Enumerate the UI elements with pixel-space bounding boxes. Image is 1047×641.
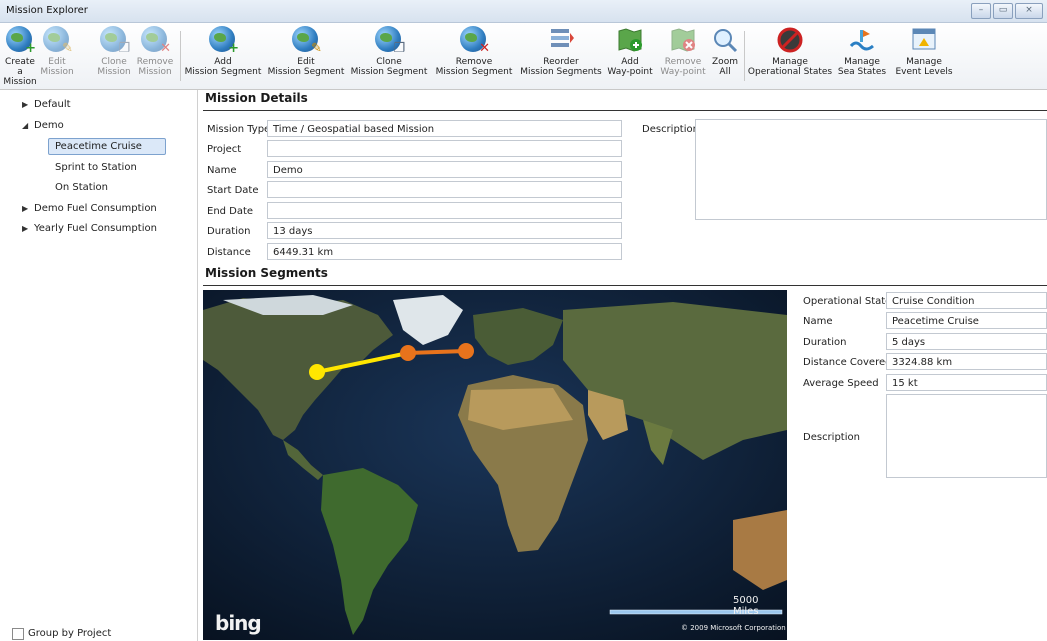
segment-duration-label: Duration <box>803 337 847 348</box>
reorder-segments-button[interactable]: Reorder Mission Segments <box>517 26 605 77</box>
distance-field[interactable]: 6449.31 km <box>267 243 622 260</box>
globe-remove-icon: ✕ <box>141 26 171 56</box>
start-date-field[interactable] <box>267 181 622 198</box>
operational-state-field[interactable]: Cruise Condition <box>886 292 1047 309</box>
tree-item-yearly-fuel-consumption[interactable]: ▶ Yearly Fuel Consumption <box>22 223 157 234</box>
toolbar-separator <box>744 31 745 81</box>
bing-logo: bing <box>215 611 262 635</box>
globe-add-icon: + <box>209 26 239 56</box>
map-remove-icon <box>669 26 697 54</box>
mission-details-title: Mission Details <box>205 91 308 105</box>
close-icon[interactable]: × <box>1015 3 1043 19</box>
title-bar: Mission Explorer – ▭ × <box>0 0 1047 23</box>
globe-remove-icon: ✕ <box>460 26 490 56</box>
add-waypoint-button[interactable]: Add Way-point <box>606 26 654 77</box>
add-segment-button[interactable]: + Add Mission Segment <box>182 26 264 77</box>
average-speed-label: Average Speed <box>803 378 879 389</box>
tree-item-peacetime-cruise[interactable]: Peacetime Cruise <box>48 138 166 155</box>
map-add-icon <box>616 26 644 54</box>
globe-clone-icon: ❐ <box>100 26 130 56</box>
collapse-arrow-icon[interactable]: ◢ <box>22 121 34 130</box>
event-window-icon <box>910 26 938 54</box>
tree-item-sprint-to-station[interactable]: Sprint to Station <box>55 162 137 173</box>
world-map[interactable]: bing 5000 Miles © 2009 Microsoft Corpora… <box>203 290 787 640</box>
remove-mission-button[interactable]: ✕ Remove Mission <box>135 26 175 77</box>
description-field[interactable] <box>695 119 1047 220</box>
edit-segment-button[interactable]: ✎ Edit Mission Segment <box>265 26 347 77</box>
clone-segment-button[interactable]: ❐ Clone Mission Segment <box>348 26 430 77</box>
mission-segments-title: Mission Segments <box>205 266 328 280</box>
manage-sea-states-button[interactable]: Manage Sea States <box>835 26 889 77</box>
globe-add-icon: + <box>6 26 36 56</box>
name-field[interactable]: Demo <box>267 161 622 178</box>
operational-state-label: Operational State <box>803 296 892 307</box>
tree-item-demo-fuel-consumption[interactable]: ▶ Demo Fuel Consumption <box>22 203 157 214</box>
end-date-field[interactable] <box>267 202 622 219</box>
average-speed-field[interactable]: 15 kt <box>886 374 1047 391</box>
segment-name-label: Name <box>803 316 833 327</box>
group-by-project-checkbox[interactable] <box>12 628 24 640</box>
clone-mission-button[interactable]: ❐ Clone Mission <box>97 26 131 77</box>
tree-item-demo[interactable]: ◢ Demo <box>22 120 64 131</box>
world-map-canvas <box>203 290 787 640</box>
tree-item-on-station[interactable]: On Station <box>55 182 108 193</box>
distance-covered-label: Distance Covered <box>803 357 892 368</box>
section-divider <box>203 110 1047 111</box>
distance-covered-field[interactable]: 3324.88 km <box>886 353 1047 370</box>
name-label: Name <box>207 165 237 176</box>
project-field[interactable] <box>267 140 622 157</box>
description-label: Description <box>642 124 699 135</box>
segment-description-label: Description <box>803 432 860 443</box>
restore-icon[interactable]: ▭ <box>993 3 1013 19</box>
route-segment-2 <box>407 349 467 355</box>
segment-duration-field[interactable]: 5 days <box>886 333 1047 350</box>
edit-mission-button[interactable]: ✎ Edit Mission <box>40 26 74 77</box>
manage-event-levels-button[interactable]: Manage Event Levels <box>891 26 957 77</box>
list-reorder-icon <box>547 26 575 54</box>
remove-waypoint-button[interactable]: Remove Way-point <box>657 26 709 77</box>
end-date-label: End Date <box>207 206 254 217</box>
sea-state-icon <box>848 26 876 54</box>
mission-type-label: Mission Type <box>207 124 271 135</box>
expand-arrow-icon[interactable]: ▶ <box>22 100 34 109</box>
waypoint-mid <box>400 345 416 361</box>
create-mission-button[interactable]: + Create a Mission <box>2 26 38 87</box>
globe-edit-icon: ✎ <box>292 26 322 56</box>
scale-label: 5000 Miles <box>733 595 759 617</box>
mission-type-field[interactable]: Time / Geospatial based Mission <box>267 120 622 137</box>
minimize-icon[interactable]: – <box>971 3 991 19</box>
duration-field[interactable]: 13 days <box>267 222 622 239</box>
waypoint-start <box>309 364 325 380</box>
project-label: Project <box>207 144 242 155</box>
duration-label: Duration <box>207 226 251 237</box>
remove-segment-button[interactable]: ✕ Remove Mission Segment <box>432 26 516 77</box>
segment-name-field[interactable]: Peacetime Cruise <box>886 312 1047 329</box>
map-copyright: © 2009 Microsoft Corporation <box>681 624 786 632</box>
waypoint-end <box>458 343 474 359</box>
expand-arrow-icon[interactable]: ▶ <box>22 224 34 233</box>
distance-label: Distance <box>207 247 251 258</box>
group-by-project-label: Group by Project <box>28 628 112 639</box>
manage-operational-states-button[interactable]: Manage Operational States <box>746 26 834 77</box>
section-divider <box>203 285 1047 286</box>
tree-item-default[interactable]: ▶ Default <box>22 99 71 110</box>
toolbar-separator <box>180 31 181 81</box>
globe-clone-icon: ❐ <box>375 26 405 56</box>
expand-arrow-icon[interactable]: ▶ <box>22 204 34 213</box>
window-title: Mission Explorer <box>6 5 88 16</box>
zoom-all-button[interactable]: Zoom All <box>710 26 740 77</box>
start-date-label: Start Date <box>207 185 259 196</box>
segment-description-field[interactable] <box>886 394 1047 478</box>
toolbar: + Create a Mission ✎ Edit Mission ❐ Clone M… <box>0 23 1047 90</box>
globe-edit-icon: ✎ <box>43 26 73 56</box>
prohibited-icon <box>776 26 804 54</box>
magnifier-icon <box>711 26 739 54</box>
